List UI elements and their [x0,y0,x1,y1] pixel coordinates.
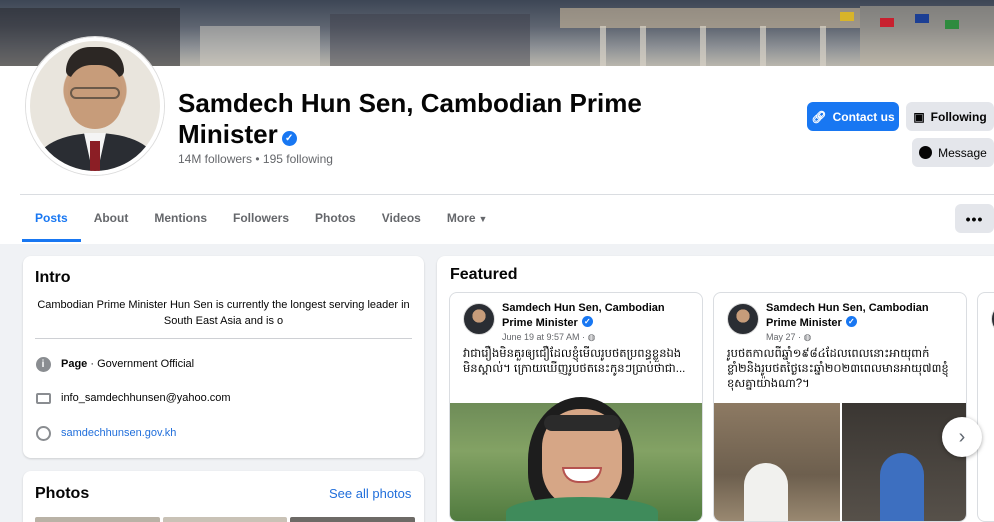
caret-down-icon: ▼ [478,214,488,224]
tab-mentions[interactable]: Mentions [141,196,220,242]
photo-thumbnail[interactable] [290,517,416,522]
following-button[interactable]: ▣ Following [906,102,994,131]
photos-strip [35,517,416,522]
tab-more[interactable]: More ▼ [434,196,501,242]
featured-title: Featured [450,266,518,283]
post-image[interactable] [714,403,966,521]
header-divider [20,194,994,195]
post-text: វាជារឿងមិនគួរឲ្យជឿដែលខ្ញុំមើលរូបថតប្រពន្… [463,348,686,375]
post-text: រូបថតកាលពីឆ្នាំ១៩៨៤ដែលពេលនោះអាយុពាក់ខ្លា… [727,348,949,390]
messenger-icon [919,146,933,159]
verified-badge-icon: ✓ [845,316,857,327]
tab-photos[interactable]: Photos [302,196,369,242]
photos-title: Photos [35,485,90,502]
email-row[interactable]: info_samdechhunsen@yahoo.com [35,390,231,406]
info-icon: i [35,356,51,372]
contact-us-label: Contact us [832,109,895,124]
tab-followers[interactable]: Followers [220,196,302,242]
post-date[interactable]: May 27 · ◍ [766,332,811,343]
more-options-button[interactable]: ••• [955,204,994,233]
post-avatar[interactable] [727,303,759,335]
message-label: Message [938,145,987,160]
tab-about[interactable]: About [81,196,142,242]
photo-thumbnail[interactable] [35,517,160,522]
page-title: Samdech Hun Sen, Cambodian Prime Ministe… [178,88,658,150]
globe-icon: ◍ [587,332,596,342]
category-label: Page [61,358,88,370]
verified-badge-icon: ✓ [581,316,593,327]
email-text[interactable]: info_samdechhunsen@yahoo.com [61,392,231,404]
post-author[interactable]: Samdech Hun Sen, Cambodian Prime Ministe… [766,301,961,331]
page-title-text: Samdech Hun Sen, Cambodian Prime Ministe… [178,88,642,149]
category-value: · Government Official [87,358,195,370]
photo-thumbnail[interactable] [162,517,288,522]
following-label: Following [930,109,987,124]
category-row: i Page · Government Official [35,356,194,372]
website-row[interactable]: samdechhunsen.gov.kh [35,425,176,441]
see-all-photos-link[interactable]: See all photos [329,486,411,501]
post-author[interactable]: Samdech Hun Sen, Cambodian Prime Ministe… [502,301,697,331]
profile-avatar[interactable] [26,37,164,175]
post-image[interactable] [450,397,702,521]
intro-title: Intro [35,269,71,286]
website-link[interactable]: samdechhunsen.gov.kh [61,427,176,439]
verified-badge-icon: ✓ [281,131,297,146]
intro-card: Intro Cambodian Prime Minister Hun Sen i… [23,256,424,458]
link-icon: 🔗︎ [811,109,827,124]
tab-more-label: More [446,211,476,225]
post-avatar[interactable] [463,303,495,335]
envelope-icon [35,390,51,406]
tab-videos[interactable]: Videos [369,196,434,242]
featured-post[interactable]: Samdech Hun Sen, Cambodian Prime Ministe… [449,292,703,522]
featured-card: Featured Samdech Hun Sen, Cambodian Prim… [437,256,994,522]
featured-post-partial[interactable] [977,292,994,522]
message-button[interactable]: Message [912,138,994,167]
chevron-right-icon[interactable]: › [942,417,982,457]
intro-bio: Cambodian Prime Minister Hun Sen is curr… [37,299,410,327]
globe-icon: ◍ [803,332,812,342]
follower-counts[interactable]: 14M followers • 195 following [178,152,333,166]
following-check-icon: ▣ [913,109,925,124]
globe-icon [35,425,51,441]
intro-divider [35,338,412,339]
cover-photo[interactable] [0,0,994,66]
featured-post[interactable]: Samdech Hun Sen, Cambodian Prime Ministe… [713,292,967,522]
profile-tabs: Posts About Mentions Followers Photos Vi… [22,196,500,242]
post-date-text: June 19 at 9:57 AM · [502,332,588,342]
photos-card: Photos See all photos [23,471,424,522]
tab-posts[interactable]: Posts [22,196,81,242]
post-date[interactable]: June 19 at 9:57 AM · ◍ [502,332,595,343]
contact-us-button[interactable]: 🔗︎ Contact us [807,102,899,131]
post-date-text: May 27 · [766,332,804,342]
